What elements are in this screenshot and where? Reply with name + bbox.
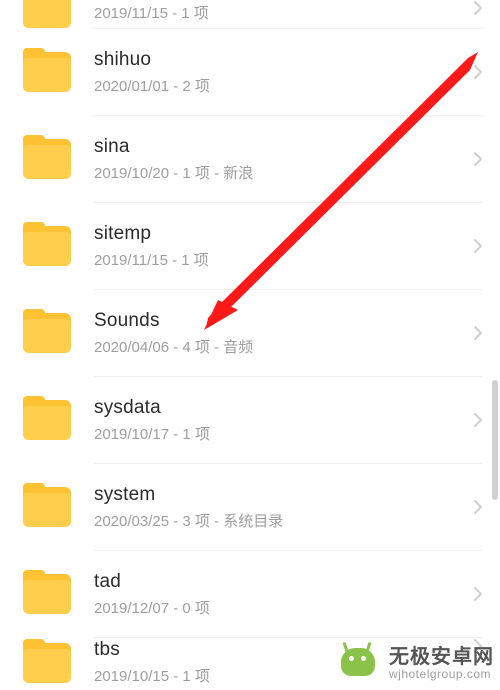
folder-icon [22,308,72,358]
chevron-right-icon [466,499,490,515]
folder-meta: 2019/12/07 - 0 项 [94,599,466,619]
folder-icon [22,638,72,688]
file-manager-viewport: 2019/11/15 - 1 项 shihuo2020/01/01 - 2 项s… [0,0,500,690]
list-item[interactable]: 2019/11/15 - 1 项 [0,0,500,28]
folder-name: sysdata [94,396,466,421]
watermark-title: 无极安卓网 [389,647,494,668]
folder-meta: 2019/11/15 - 1 项 [94,251,466,271]
chevron-right-icon [466,151,490,167]
folder-meta: 2019/11/15 - 1 项 [94,4,466,24]
folder-meta: 2020/03/25 - 3 项 - 系统目录 [94,512,466,532]
folder-icon [22,482,72,532]
list-item[interactable]: sina 2019/10/20 - 1 项 - 新浪 [0,116,500,202]
folder-icon [22,0,72,28]
folder-icon [22,395,72,445]
folder-icon [22,569,72,619]
list-item[interactable]: sysdata 2019/10/17 - 1 项 [0,377,500,463]
folder-name: system [94,483,466,508]
folder-list: 2019/11/15 - 1 项 shihuo2020/01/01 - 2 项s… [0,0,500,688]
folder-name: sina [94,135,466,160]
chevron-right-icon [466,238,490,254]
folder-meta: 2020/04/06 - 4 项 - 音频 [94,338,466,358]
folder-meta: 2020/01/01 - 2 项 [94,77,466,97]
list-item[interactable]: Sounds 2020/04/06 - 4 项 - 音频 [0,290,500,376]
list-item[interactable]: tad 2019/12/07 - 0 项 [0,551,500,637]
folder-meta: 2019/10/17 - 1 项 [94,425,466,445]
chevron-right-icon [466,64,490,80]
chevron-right-icon [466,325,490,341]
folder-icon [22,134,72,184]
folder-meta: 2019/10/20 - 1 项 - 新浪 [94,164,466,184]
folder-icon [22,221,72,271]
chevron-right-icon [466,586,490,602]
watermark-url: wjhotelgroup.com [389,668,494,681]
folder-name: tad [94,570,466,595]
chevron-right-icon [466,412,490,428]
folder-icon [22,47,72,97]
list-item[interactable]: shihuo 2020/01/01 - 2 项 [0,29,500,115]
scrollbar-thumb[interactable] [492,380,498,500]
watermark: 无极安卓网 wjhotelgroup.com [337,644,494,684]
android-logo-icon [337,644,383,684]
folder-name: sitemp [94,222,466,247]
list-item[interactable]: system 2020/03/25 - 3 项 - 系统目录 [0,464,500,550]
folder-name: Sounds [94,309,466,334]
chevron-right-icon [466,0,490,16]
list-item[interactable]: sitemp 2019/11/15 - 1 项 [0,203,500,289]
folder-name: shihuo [94,48,466,73]
